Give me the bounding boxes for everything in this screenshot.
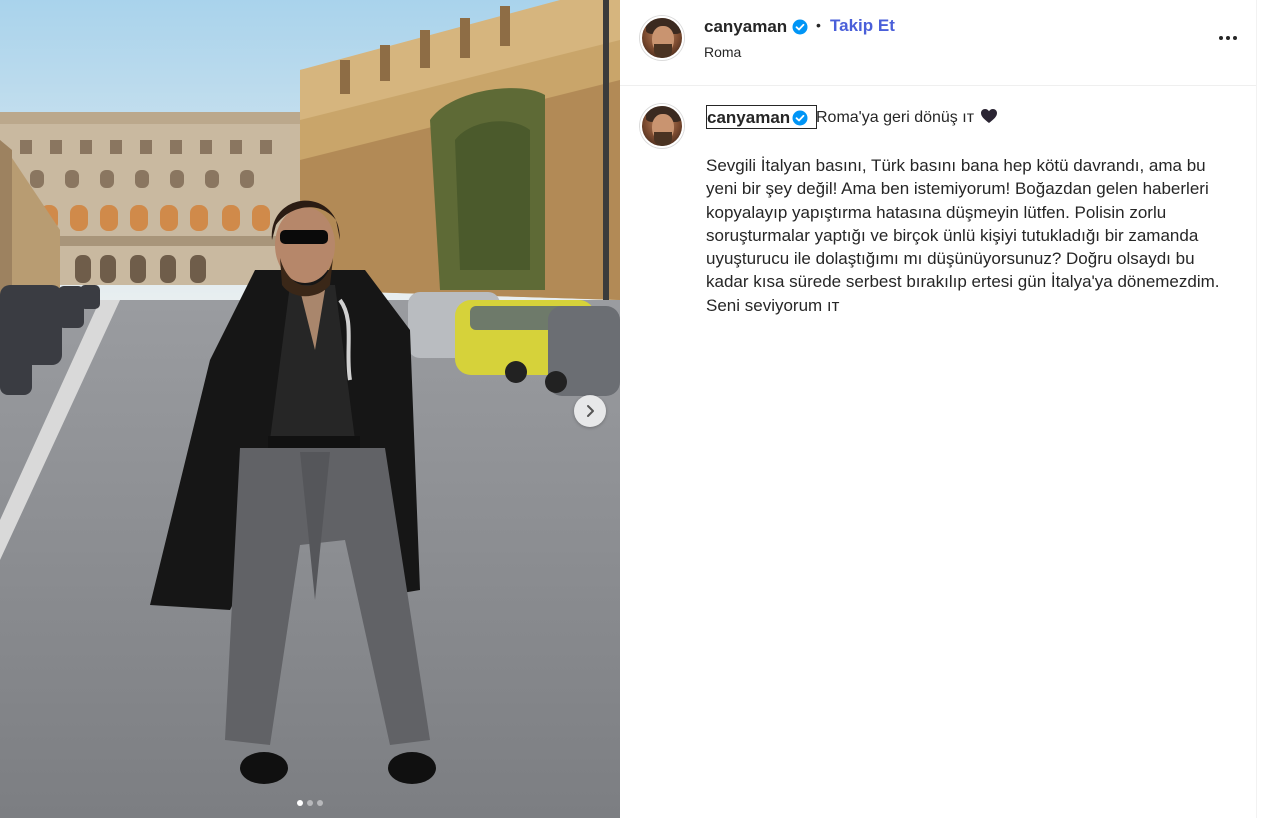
- carousel-dot: [307, 800, 313, 806]
- black-heart-icon: [981, 109, 998, 123]
- post-details-panel: canyaman • Takip Et Roma canyaman Roma'y…: [620, 0, 1260, 818]
- panel-divider: [1256, 0, 1257, 818]
- caption-title: Roma'ya geri dönüş: [816, 109, 958, 126]
- carousel-indicator: [0, 800, 620, 806]
- carousel-dot-active: [297, 800, 303, 806]
- caption-flag: ıт: [962, 109, 975, 126]
- caption-body-text: Sevgili İtalyan basını, Türk basını bana…: [706, 156, 1220, 315]
- header-separator: •: [816, 17, 821, 33]
- carousel-next-button[interactable]: [574, 395, 606, 427]
- verified-badge-icon: [792, 19, 808, 35]
- caption-author-avatar[interactable]: [640, 104, 684, 148]
- bottom-strip: [0, 818, 1280, 838]
- post-photo: [0, 0, 620, 818]
- location-link[interactable]: Roma: [704, 44, 741, 60]
- more-options-button[interactable]: [1216, 26, 1240, 50]
- post-media[interactable]: [0, 0, 620, 818]
- carousel-dot: [317, 800, 323, 806]
- chevron-right-icon: [587, 405, 594, 417]
- post-header: canyaman • Takip Et Roma: [620, 0, 1256, 86]
- author-username-link[interactable]: canyaman: [704, 17, 787, 37]
- follow-button[interactable]: Takip Et: [830, 16, 895, 36]
- author-avatar[interactable]: [640, 16, 684, 60]
- more-options-icon: [1219, 36, 1223, 40]
- verified-badge-icon: [792, 110, 808, 126]
- caption-first-line: Roma'ya geri dönüş ıт: [816, 108, 998, 127]
